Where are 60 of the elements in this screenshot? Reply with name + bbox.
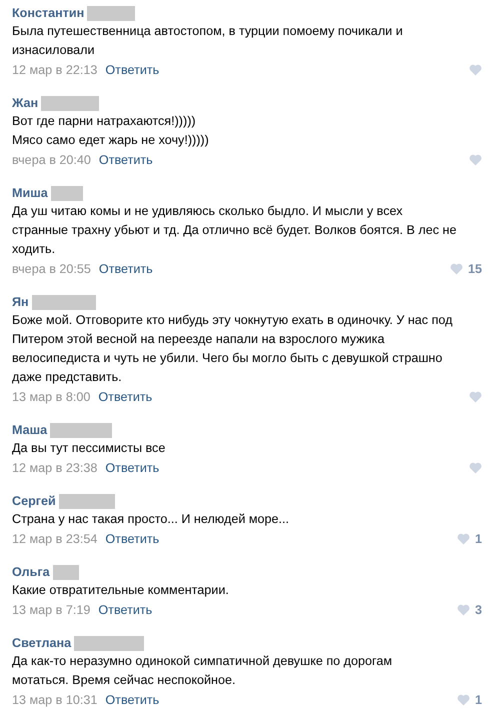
comment-text: Была путешественница автостопом, в турции помоему почикали и — [12, 23, 404, 40]
author-name[interactable]: Маша — [12, 423, 48, 437]
censor-bar — [58, 494, 115, 508]
comment-text: Боже мой. Отговорите кто нибудь эту чокнутую ехать в одиночку. У нас под — [12, 312, 454, 329]
author-name[interactable]: Миша — [12, 186, 48, 200]
heart-icon[interactable] — [456, 694, 470, 706]
censor-bar — [74, 636, 144, 650]
heart-icon[interactable] — [469, 390, 482, 402]
timestamp: 12 мар в 23:38 — [12, 460, 98, 474]
comment-text: Мясо само едет жарь не хочу!))))) — [12, 132, 210, 149]
heart-icon[interactable] — [469, 462, 482, 474]
timestamp: 13 мар в 10:31 — [12, 692, 98, 706]
comment-text: ходить. — [12, 241, 56, 258]
like-count: 3 — [474, 602, 482, 616]
censor-bar — [50, 186, 83, 200]
reply-link[interactable]: Ответить — [105, 532, 160, 546]
comment-text: Да уш читаю комы и не удивляюсь сколько быдло. И мысли у всех — [12, 203, 404, 220]
author-name[interactable]: Ян — [12, 295, 29, 309]
reply-link[interactable]: Ответить — [105, 62, 160, 76]
comment-text: изнасиловали — [12, 42, 96, 59]
heart-icon[interactable] — [456, 532, 470, 544]
heart-icon[interactable] — [456, 604, 470, 616]
reply-link[interactable]: Ответить — [98, 602, 152, 616]
censor-bar — [32, 294, 96, 310]
comment-text: Какие отвратительные комментарии. — [12, 582, 230, 599]
heart-icon[interactable] — [469, 64, 482, 76]
comment-text: велосипедиста и чуть не убили. Чего бы могло быть с девушкой страшно — [12, 350, 444, 367]
reply-link[interactable]: Ответить — [98, 262, 153, 276]
author-name[interactable]: Жан — [12, 96, 38, 110]
comment-text: странные трахну убьют и тд. Да отлично всё будет. Волков боятся. В лес не — [12, 222, 458, 239]
censor-bar — [87, 6, 136, 20]
author-name[interactable]: Сергей — [12, 494, 56, 508]
reply-link[interactable]: Ответить — [98, 390, 152, 404]
comment-text: мотаться. Время сейчас неспокойное. — [12, 672, 236, 689]
timestamp: 12 мар в 23:54 — [12, 532, 98, 546]
comment-text: Вот где парни натрахаются!))))) — [12, 113, 197, 130]
timestamp: вчера в 20:55 — [12, 262, 91, 276]
heart-icon[interactable] — [450, 262, 463, 274]
timestamp: 12 мар в 22:13 — [12, 62, 98, 76]
author-name[interactable]: Константин — [12, 6, 84, 20]
comment-text: Да вы тут пессимисты все — [12, 440, 166, 457]
timestamp: вчера в 20:40 — [12, 152, 91, 166]
author-name[interactable]: Ольга — [12, 565, 50, 579]
author-name[interactable]: Светлана — [12, 636, 72, 650]
like-count: 1 — [474, 692, 482, 706]
censor-bar — [50, 422, 112, 438]
comment-text: Питером этой весной на переезде напали на взрослого мужика — [12, 331, 386, 348]
reply-link[interactable]: Ответить — [98, 152, 153, 166]
comment-text: Да как-то неразумно одинокой симпатичной девушке по дорогам — [12, 653, 394, 670]
comment-text: Страна у нас такая просто... И нелюдей море... — [12, 511, 290, 528]
censor-bar — [52, 564, 79, 580]
reply-link[interactable]: Ответить — [105, 692, 160, 706]
censor-bar — [41, 96, 100, 110]
timestamp: 13 мар в 8:00 — [12, 390, 90, 404]
reply-link[interactable]: Ответить — [105, 460, 160, 474]
comment-text: даже представить. — [12, 369, 123, 386]
like-count: 1 — [474, 532, 482, 546]
like-count: 15 — [468, 262, 482, 276]
heart-icon[interactable] — [469, 154, 482, 166]
timestamp: 13 мар в 7:19 — [12, 602, 90, 616]
